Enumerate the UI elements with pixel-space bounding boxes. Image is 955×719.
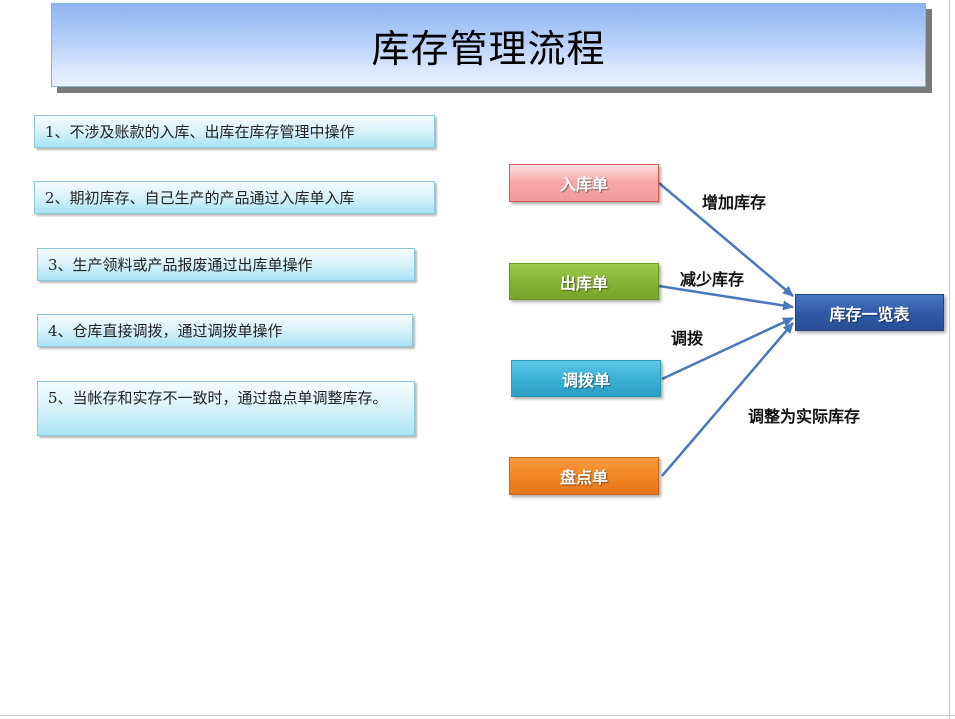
edge-label-increase: 增加库存 — [702, 193, 767, 212]
edge-label-decrease: 减少库存 — [680, 270, 745, 289]
flow-arrows — [658, 182, 794, 477]
node-transfer-slip: 调拨单 — [511, 360, 661, 397]
edge-label-transfer: 调拨 — [671, 329, 704, 348]
slide: 库存管理流程 1、不涉及账款的入库、出库在库存管理中操作 2、期初库存、自己生产… — [0, 0, 955, 719]
node-outbound-slip: 出库单 — [509, 263, 659, 300]
node-stocktake-slip: 盘点单 — [509, 457, 659, 495]
edge-label-adjust: 调整为实际库存 — [748, 407, 861, 426]
node-inbound-slip: 入库单 — [509, 164, 659, 202]
node-inventory-summary: 库存一览表 — [795, 294, 944, 331]
